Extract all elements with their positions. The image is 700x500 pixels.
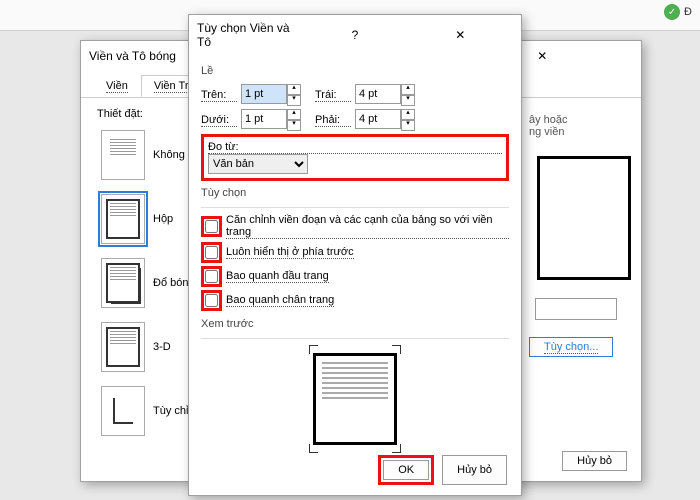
bottom-spinner[interactable]: ▴▾ [241, 109, 301, 131]
right-spinner[interactable]: ▴▾ [355, 109, 415, 131]
preview-label: Xem trước [201, 314, 509, 334]
measure-from-label: Đo từ: [208, 141, 502, 154]
left-spinner[interactable]: ▴▾ [355, 84, 415, 106]
top-spinner[interactable]: ▴▾ [241, 84, 301, 106]
tab-border[interactable]: Viền [93, 75, 141, 97]
apply-to-combo[interactable] [535, 298, 617, 320]
cancel-button-back[interactable]: Hủy bỏ [562, 451, 627, 471]
hint-text: ây hoặc ng viền Tùy chọn... [523, 108, 625, 440]
chk-align[interactable] [205, 220, 218, 233]
dialog-titlebar-front: Tùy chọn Viền và Tô ? ✕ [189, 15, 521, 55]
help-button-front[interactable]: ? [302, 26, 407, 44]
chk-front[interactable] [205, 246, 218, 259]
preview-front [295, 349, 415, 449]
ok-button[interactable]: OK [383, 460, 429, 480]
chk-header[interactable] [205, 270, 218, 283]
right-label: Phải: [315, 114, 351, 127]
preview-back [529, 148, 639, 288]
options-group-label: Tùy chọn [201, 183, 509, 203]
close-button-front[interactable]: ✕ [408, 26, 513, 44]
status-label: Đ [684, 6, 692, 18]
chevron-down-icon: ▾ [287, 95, 301, 106]
measure-from-combo[interactable]: Văn bản [208, 154, 308, 174]
measure-from-group: Đo từ: Văn bản [201, 134, 509, 181]
dialog-border-options: Tùy chọn Viền và Tô ? ✕ Lề Trên: ▴▾ Trái… [188, 14, 522, 496]
left-label: Trái: [315, 89, 351, 102]
check-circle-icon: ✓ [664, 4, 680, 20]
margins-group-label: Lề [201, 61, 509, 81]
ribbon-status: ✓ Đ [664, 4, 692, 20]
dialog-title-front: Tùy chọn Viền và Tô [197, 21, 302, 49]
chevron-up-icon: ▴ [287, 84, 301, 95]
top-label: Trên: [201, 89, 237, 102]
cancel-button-front[interactable]: Hủy bỏ [442, 455, 507, 485]
bottom-label: Dưới: [201, 114, 237, 127]
options-button[interactable]: Tùy chọn... [529, 337, 613, 357]
chk-footer[interactable] [205, 294, 218, 307]
